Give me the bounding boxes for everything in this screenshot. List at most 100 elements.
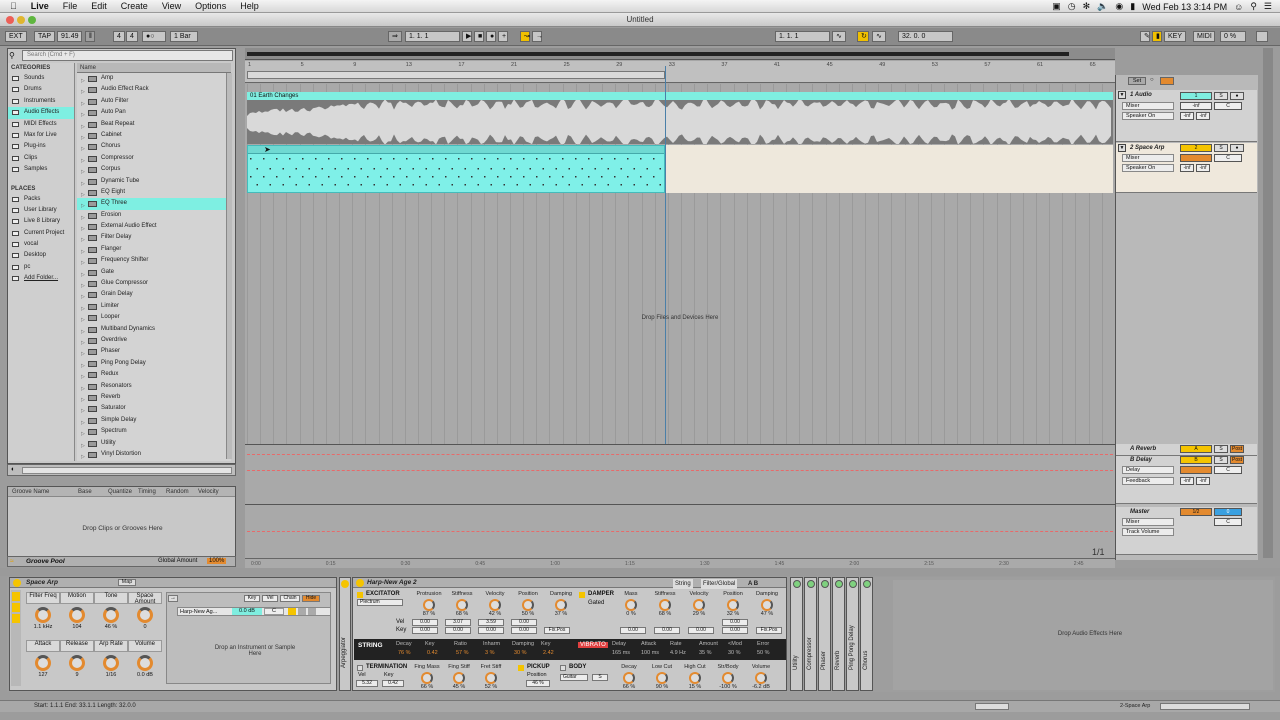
damper-key-field[interactable]: 0.00 bbox=[688, 627, 714, 634]
midi-note[interactable] bbox=[536, 158, 538, 160]
body-type-select[interactable]: Guitar bbox=[560, 674, 588, 681]
ab-switch[interactable]: A B bbox=[748, 579, 758, 589]
midi-note[interactable] bbox=[282, 168, 285, 170]
excitator-type[interactable]: Plectrum bbox=[357, 599, 403, 606]
browser-item[interactable]: ▷ Dynamic Tube bbox=[77, 176, 231, 187]
midi-note[interactable] bbox=[633, 184, 636, 186]
param-knob[interactable]: Stiffness 68 % bbox=[449, 591, 475, 617]
browser-item[interactable]: ▷ Looper bbox=[77, 312, 231, 323]
send-b-1[interactable]: -inf bbox=[1196, 112, 1210, 120]
vel-mod-field[interactable]: 0.00 bbox=[511, 619, 537, 626]
send-a-1[interactable]: -inf bbox=[1180, 112, 1194, 120]
midi-note[interactable] bbox=[653, 176, 655, 178]
expand-icon[interactable]: ▷ bbox=[81, 452, 85, 463]
string-param-value[interactable]: 0.42 bbox=[427, 650, 438, 656]
cue-out[interactable]: 1/2 bbox=[1180, 508, 1212, 516]
midi-note[interactable] bbox=[659, 168, 662, 170]
send-b-2[interactable]: -inf bbox=[1196, 164, 1210, 172]
midi-note[interactable] bbox=[484, 176, 486, 178]
knob-icon[interactable] bbox=[727, 599, 739, 611]
timemachine-icon[interactable]: ◷ bbox=[1068, 1, 1076, 12]
macro-knob-8[interactable]: Volume 0.0 dB bbox=[128, 640, 162, 678]
midi-note[interactable] bbox=[373, 168, 376, 170]
loop-start-field[interactable]: 1. 1. 1 bbox=[775, 31, 830, 42]
midi-note[interactable] bbox=[601, 158, 603, 160]
midi-note[interactable] bbox=[633, 168, 636, 170]
place-desktop[interactable]: Desktop bbox=[8, 250, 74, 261]
chain-volume[interactable]: 0.0 dB bbox=[232, 608, 262, 615]
midi-note[interactable] bbox=[646, 184, 649, 186]
return-letter-a[interactable]: A bbox=[1180, 445, 1212, 453]
menu-file[interactable]: File bbox=[56, 1, 85, 11]
key-map-button[interactable]: KEY bbox=[1164, 31, 1186, 42]
arm-button-2[interactable]: ● bbox=[1230, 144, 1244, 152]
midi-note[interactable] bbox=[445, 176, 447, 178]
category-max-for-live[interactable]: Max for Live bbox=[8, 130, 74, 141]
midi-note[interactable] bbox=[627, 176, 629, 178]
knob-icon[interactable] bbox=[693, 599, 705, 611]
master-pan[interactable]: C bbox=[1214, 518, 1242, 526]
midi-note[interactable] bbox=[438, 184, 441, 186]
col-groove-name[interactable]: Groove Name bbox=[8, 487, 74, 496]
midi-note[interactable] bbox=[510, 176, 512, 178]
browser-item[interactable]: ▷ Flanger bbox=[77, 244, 231, 255]
midi-note[interactable] bbox=[516, 184, 519, 186]
midi-note[interactable] bbox=[536, 176, 538, 178]
chain-solo[interactable] bbox=[298, 608, 306, 615]
browser-item[interactable]: ▷ Redux bbox=[77, 369, 231, 380]
midi-note[interactable] bbox=[594, 184, 597, 186]
collapsed-device[interactable] bbox=[804, 577, 817, 691]
tap-tempo-button[interactable]: TAP bbox=[34, 31, 56, 42]
midi-note[interactable] bbox=[412, 184, 415, 186]
midi-note[interactable] bbox=[458, 176, 460, 178]
minimize-window-button[interactable] bbox=[17, 16, 25, 24]
midi-note[interactable] bbox=[341, 176, 343, 178]
tempo-field[interactable]: 91.49 bbox=[57, 31, 82, 42]
midi-note[interactable] bbox=[614, 176, 616, 178]
midi-note[interactable] bbox=[289, 158, 291, 160]
midi-note[interactable] bbox=[445, 158, 447, 160]
record-button[interactable]: ● bbox=[486, 31, 496, 42]
midi-note[interactable] bbox=[380, 176, 382, 178]
key-tab[interactable]: Key bbox=[244, 595, 260, 602]
knob-icon[interactable] bbox=[453, 672, 465, 684]
midi-note[interactable] bbox=[562, 158, 564, 160]
post-button-b[interactable]: Post bbox=[1230, 456, 1244, 464]
knob-icon[interactable] bbox=[103, 655, 119, 671]
hide-tab[interactable]: Hide bbox=[302, 595, 320, 602]
knob-icon[interactable] bbox=[69, 607, 85, 623]
midi-note[interactable] bbox=[347, 184, 350, 186]
midi-note[interactable] bbox=[549, 158, 551, 160]
col-random[interactable]: Random bbox=[162, 487, 194, 496]
midi-note[interactable] bbox=[419, 176, 421, 178]
knob-icon[interactable] bbox=[623, 672, 635, 684]
macro-knob-7[interactable]: Arp Rate 1/16 bbox=[94, 640, 128, 678]
midi-note[interactable] bbox=[399, 168, 402, 170]
category-clips[interactable]: Clips bbox=[8, 153, 74, 164]
knob-icon[interactable] bbox=[689, 672, 701, 684]
midi-note[interactable] bbox=[269, 184, 272, 186]
place-user-library[interactable]: User Library bbox=[8, 205, 74, 216]
midi-note[interactable] bbox=[523, 176, 525, 178]
show-chains-button[interactable] bbox=[12, 603, 20, 612]
song-position-field[interactable]: 1. 1. 1 bbox=[405, 31, 460, 42]
param-knob[interactable]: Velocity 29 % bbox=[686, 591, 712, 617]
collapsed-device[interactable] bbox=[818, 577, 831, 691]
place-pc[interactable]: pc bbox=[8, 262, 74, 273]
chain-hotswap[interactable] bbox=[308, 608, 316, 615]
key-mod-field[interactable]: 0.00 bbox=[445, 627, 471, 634]
arpeggiator-label[interactable]: Arpeggiator bbox=[341, 637, 347, 668]
browser-item[interactable]: ▷ Glue Compressor bbox=[77, 278, 231, 289]
macro-knob-6[interactable]: Release 9 bbox=[60, 640, 94, 678]
battery-icon[interactable]: ▮ bbox=[1130, 1, 1135, 12]
macro-knob-2[interactable]: Motion 104 bbox=[60, 592, 94, 630]
browser-item[interactable]: ▷ Cabinet bbox=[77, 130, 231, 141]
damper-key-field[interactable]: 0.00 bbox=[722, 627, 748, 634]
param-knob[interactable]: Protrusion 87 % bbox=[416, 591, 442, 617]
param-knob[interactable]: Stiffness 68 % bbox=[652, 591, 678, 617]
preview-waveform[interactable] bbox=[22, 467, 232, 474]
knob-icon[interactable] bbox=[555, 599, 567, 611]
return-name-a[interactable]: A Reverb bbox=[1130, 446, 1156, 452]
vel-mod-field[interactable]: 3.59 bbox=[478, 619, 504, 626]
tab-filter-global[interactable]: Filter/Global bbox=[701, 579, 738, 589]
